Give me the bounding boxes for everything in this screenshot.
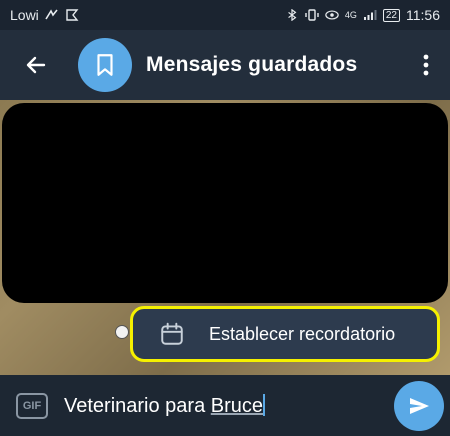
send-icon	[410, 397, 429, 414]
set-reminder-label: Establecer recordatorio	[209, 323, 396, 344]
network-type: 4G	[344, 10, 357, 20]
status-right: 4G 22 11:56	[285, 7, 440, 23]
carrier-label: Lowi	[10, 7, 39, 23]
vibrate-icon	[305, 9, 319, 21]
set-reminder-option[interactable]: Establecer recordatorio	[130, 306, 440, 362]
bluetooth-icon	[288, 9, 297, 21]
back-button[interactable]	[8, 37, 64, 93]
avatar[interactable]	[78, 38, 132, 92]
redacted-message-area	[2, 103, 448, 303]
send-button[interactable]	[394, 380, 444, 431]
eye-icon	[325, 10, 339, 20]
more-vertical-icon	[423, 54, 429, 76]
text-caret	[263, 393, 266, 416]
notification-icon	[45, 9, 58, 20]
arrow-left-icon	[26, 56, 46, 74]
chat-header: Mensajes guardados	[0, 30, 450, 100]
message-text: Veterinario para	[64, 394, 211, 417]
signal-icon	[363, 10, 377, 20]
message-text-underlined: Bruce	[210, 394, 264, 417]
battery-indicator: 22	[382, 8, 400, 22]
status-left: Lowi	[10, 7, 79, 23]
status-bar: Lowi 4G 22 11:56	[0, 0, 450, 30]
message-composer: GIF Veterinario para Bruce	[0, 375, 450, 436]
message-input[interactable]: Veterinario para Bruce	[64, 393, 266, 418]
flag-icon	[66, 9, 79, 21]
gif-button[interactable]: GIF	[16, 392, 48, 419]
bookmark-icon	[97, 54, 113, 76]
calendar-icon	[161, 322, 183, 345]
chat-title[interactable]: Mensajes guardados	[146, 53, 357, 77]
clock: 11:56	[406, 7, 440, 23]
background-radio-fragment	[115, 325, 129, 339]
more-options-button[interactable]	[406, 37, 446, 93]
